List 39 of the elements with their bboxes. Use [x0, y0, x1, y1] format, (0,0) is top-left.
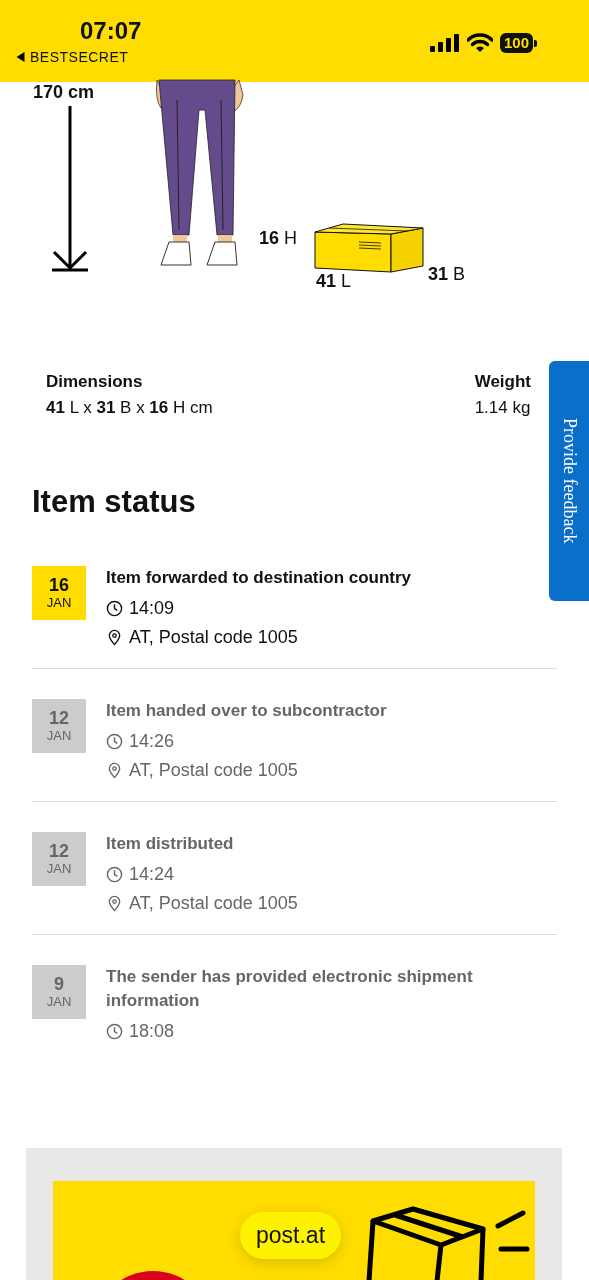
date-badge: 12 JAN — [32, 832, 86, 886]
status-time: 07:07 — [80, 17, 142, 45]
event-time: 18:08 — [129, 1021, 175, 1042]
event-title: Item forwarded to destination country — [106, 567, 412, 589]
back-triangle-icon — [16, 52, 25, 62]
section-title: Item status — [32, 484, 196, 520]
event-title: Item handed over to subcontractor — [106, 700, 387, 722]
height-label: 170 cm — [33, 82, 95, 103]
wifi-icon — [466, 33, 493, 53]
clock-icon — [106, 1023, 123, 1040]
box-width-label: 31 B — [428, 264, 466, 285]
box-height-label: 16 H — [259, 228, 298, 249]
weight-value: 1.14 kg — [474, 398, 531, 418]
event-location: AT, Postal code 1005 — [129, 893, 298, 914]
event-title: The sender has provided electronic shipment information — [106, 966, 474, 1012]
back-link[interactable]: BESTSECRET — [16, 49, 142, 65]
signal-icon — [429, 34, 460, 52]
url-pill[interactable]: post.at — [240, 1212, 342, 1259]
event-location: AT, Postal code 1005 — [129, 760, 298, 781]
event-location: AT, Postal code 1005 — [129, 627, 298, 648]
clock-icon — [106, 866, 123, 883]
dimensions-value: 41 L x 31 B x 16 H cm — [46, 398, 213, 418]
dimensions-label: Dimensions — [46, 372, 144, 392]
event-time: 14:09 — [129, 598, 175, 619]
clock-icon — [106, 733, 123, 750]
date-badge: 12 JAN — [32, 699, 86, 753]
event-time: 14:24 — [129, 864, 175, 885]
battery-level: 100 — [499, 33, 533, 53]
event-time: 14:26 — [129, 731, 175, 752]
feedback-tab[interactable]: Provide feedback — [549, 361, 589, 601]
event-title: Item distributed — [106, 833, 235, 855]
location-pin-icon — [106, 629, 123, 646]
location-pin-icon — [106, 895, 123, 912]
box-length-label: 41 L — [316, 271, 352, 292]
clock-icon — [106, 600, 123, 617]
weight-label: Weight — [474, 372, 531, 392]
date-badge: 16 JAN — [32, 566, 86, 620]
date-badge: 9 JAN — [32, 965, 86, 1019]
location-pin-icon — [106, 762, 123, 779]
